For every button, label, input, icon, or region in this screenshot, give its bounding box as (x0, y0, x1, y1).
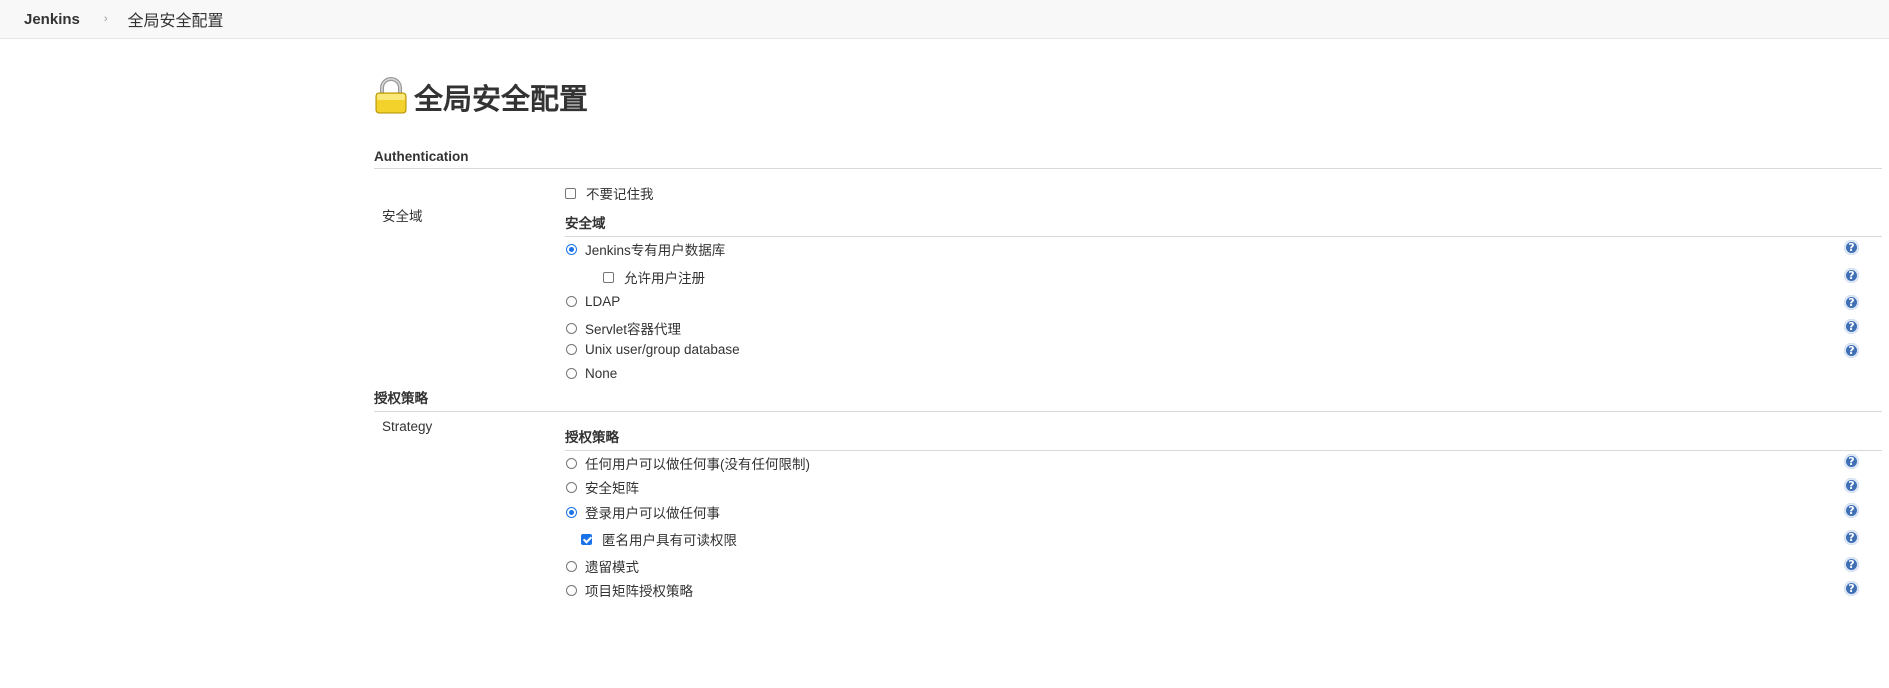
help-icon[interactable]: ? (1844, 240, 1859, 255)
strategy-radio-matrix[interactable] (566, 481, 577, 493)
realm-radio-unix[interactable] (566, 344, 577, 355)
breadcrumb-separator-icon: › (103, 13, 108, 25)
security-realm-label: 安全域 (382, 209, 423, 224)
page-title-row: 全局安全配置 (374, 74, 1882, 120)
realm-option-label: LDAP (585, 294, 621, 309)
page-title: 全局安全配置 (414, 84, 589, 116)
remember-me-checkbox[interactable]: 不要记住我 (565, 183, 654, 203)
help-icon[interactable]: ? (1844, 530, 1859, 545)
strategy-radio-logged-in[interactable] (566, 506, 577, 518)
strategy-option-label: 登录用户可以做任何事 (585, 506, 720, 521)
help-icon[interactable]: ? (1844, 581, 1859, 596)
help-icon[interactable]: ? (1844, 295, 1859, 310)
breadcrumb-bar: Jenkins › 全局安全配置 (0, 0, 1889, 39)
help-icon[interactable]: ? (1844, 319, 1859, 334)
strategy-option-label: 任何用户可以做任何事(没有任何限制) (585, 457, 810, 472)
strategy-option-label: 项目矩阵授权策略 (585, 584, 693, 599)
strategy-radio-unsecured[interactable] (566, 457, 577, 469)
allow-signup-checkbox-box[interactable] (603, 271, 614, 283)
remember-me-checkbox-box[interactable] (565, 187, 576, 199)
realm-radio-jenkins-db[interactable] (566, 243, 577, 255)
strategy-option-logged-in[interactable]: 登录用户可以做任何事 (566, 502, 720, 522)
realm-option-label: Jenkins专有用户数据库 (585, 243, 726, 258)
authorization-subheader: 授权策略 (565, 426, 1882, 451)
anonymous-read-checkbox[interactable]: 匿名用户具有可读权限 (581, 529, 737, 549)
help-icon[interactable]: ? (1844, 454, 1859, 469)
realm-option-jenkins-db[interactable]: Jenkins专有用户数据库 (566, 239, 725, 259)
allow-signup-checkbox[interactable]: 允许用户注册 (603, 267, 705, 287)
anonymous-read-checkbox-box[interactable] (581, 533, 592, 545)
strategy-option-label: 遗留模式 (585, 560, 639, 575)
realm-radio-none[interactable] (566, 368, 577, 379)
help-icon[interactable]: ? (1844, 478, 1859, 493)
authentication-section-header: Authentication (374, 149, 1882, 169)
strategy-option-project-matrix[interactable]: 项目矩阵授权策略 (566, 580, 693, 600)
remember-me-label: 不要记住我 (586, 187, 654, 202)
realm-radio-ldap[interactable] (566, 296, 577, 307)
strategy-option-matrix[interactable]: 安全矩阵 (566, 477, 639, 497)
strategy-option-unsecured[interactable]: 任何用户可以做任何事(没有任何限制) (566, 453, 810, 473)
anonymous-read-label: 匿名用户具有可读权限 (602, 533, 737, 548)
help-icon[interactable]: ? (1844, 503, 1859, 518)
strategy-radio-project-matrix[interactable] (566, 584, 577, 596)
realm-option-unix[interactable]: Unix user/group database (566, 342, 740, 357)
authorization-section-header: 授权策略 (374, 387, 1882, 412)
strategy-label: Strategy (382, 419, 433, 434)
realm-option-servlet[interactable]: Servlet容器代理 (566, 318, 681, 338)
strategy-option-legacy[interactable]: 遗留模式 (566, 556, 639, 576)
main-content: 全局安全配置 Authentication 不要记住我 安全域 安全域 Jenk… (374, 39, 1882, 599)
realm-radio-servlet[interactable] (566, 322, 577, 334)
realm-option-none[interactable]: None (566, 366, 617, 381)
lock-icon (374, 76, 408, 118)
realm-option-label: None (585, 366, 618, 381)
realm-option-label: Servlet容器代理 (585, 322, 682, 337)
strategy-option-label: 安全矩阵 (585, 481, 639, 496)
breadcrumb-home-link[interactable]: Jenkins (24, 11, 80, 28)
strategy-radio-legacy[interactable] (566, 560, 577, 572)
allow-signup-label: 允许用户注册 (624, 271, 705, 286)
security-realm-subheader: 安全域 (565, 212, 1882, 237)
help-icon[interactable]: ? (1844, 343, 1859, 358)
realm-option-label: Unix user/group database (585, 342, 740, 357)
help-icon[interactable]: ? (1844, 268, 1859, 283)
breadcrumb-current[interactable]: 全局安全配置 (128, 7, 224, 31)
realm-option-ldap[interactable]: LDAP (566, 294, 620, 309)
help-icon[interactable]: ? (1844, 557, 1859, 572)
